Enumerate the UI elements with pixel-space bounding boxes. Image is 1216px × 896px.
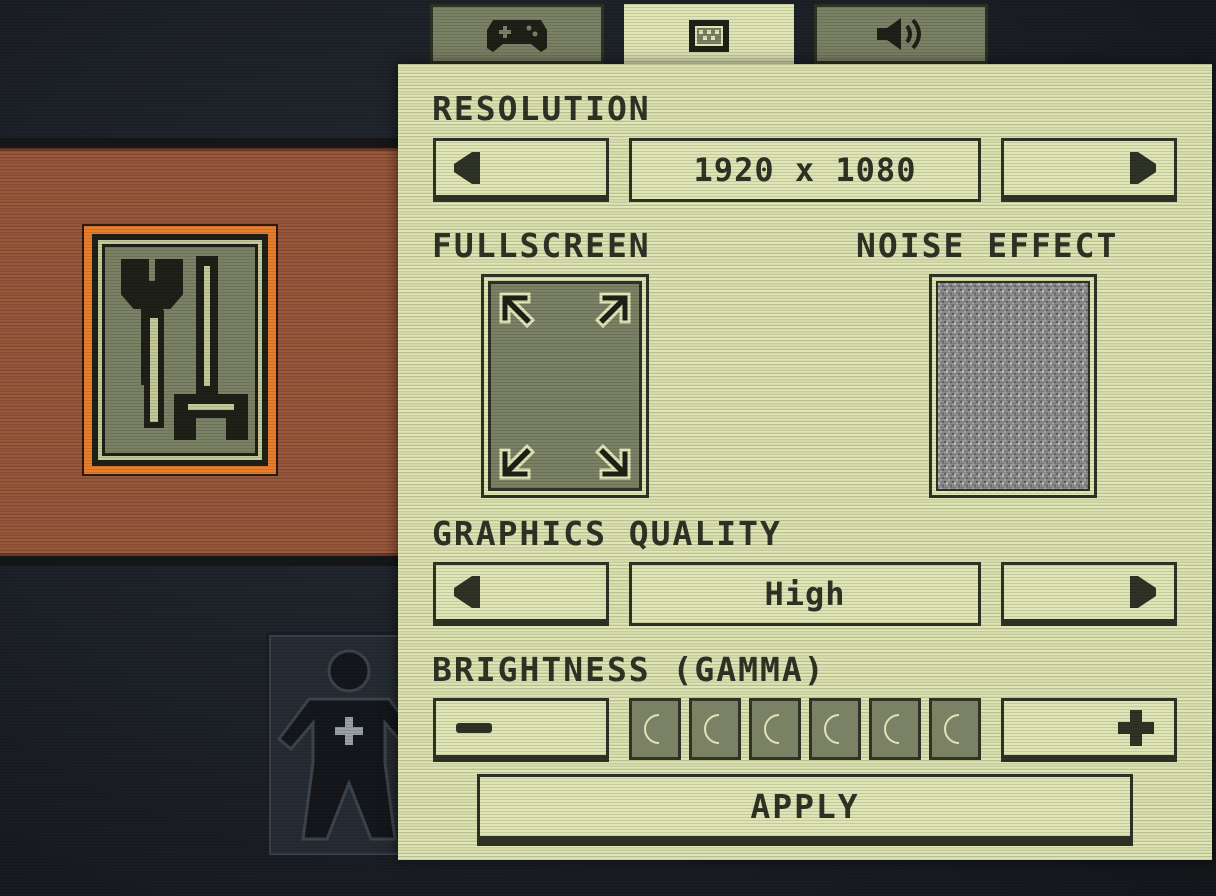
moon-icon [704,714,720,744]
resolution-value: 1920 x 1080 [629,138,981,202]
brightness-level-segment[interactable] [629,698,681,760]
speaker-icon [877,18,921,50]
arrow-left-icon [454,576,480,608]
plus-icon [1118,710,1154,746]
quality-next-button[interactable] [1001,562,1177,626]
brightness-level-segment[interactable] [689,698,741,760]
gamepad-icon [487,20,547,52]
brightness-level-segment[interactable] [809,698,861,760]
expand-arrows-icon [499,292,631,480]
resolution-label: RESOLUTION [432,89,651,128]
fullscreen-toggle[interactable] [481,274,649,498]
brightness-decrease-button[interactable] [433,698,609,762]
static-noise-icon [938,283,1088,489]
quality-prev-button[interactable] [433,562,609,626]
arrow-left-icon [454,152,480,184]
brightness-level-segment[interactable] [929,698,981,760]
arrow-right-icon [1130,576,1156,608]
moon-icon [644,714,660,744]
display-icon [689,20,729,52]
moon-icon [824,714,840,744]
arrow-right-icon [1130,152,1156,184]
tools-card[interactable] [84,226,276,474]
resolution-prev-button[interactable] [433,138,609,202]
apply-button[interactable]: APPLY [477,774,1133,846]
wrench-icon [121,256,248,440]
minus-icon [456,723,492,733]
tab-audio[interactable] [814,4,988,64]
moon-icon [884,714,900,744]
quality-value: High [629,562,981,626]
brightness-increase-button[interactable] [1001,698,1177,762]
moon-icon [944,714,960,744]
brightness-level-segment[interactable] [749,698,801,760]
noise-effect-label: NOISE EFFECT [856,226,1119,265]
moon-icon [764,714,780,744]
tab-display[interactable] [624,4,794,68]
fullscreen-label: FULLSCREEN [432,226,651,265]
resolution-next-button[interactable] [1001,138,1177,202]
brightness-level-segment[interactable] [869,698,921,760]
brightness-label: BRIGHTNESS (GAMMA) [432,650,826,689]
graphics-quality-label: GRAPHICS QUALITY [432,514,782,553]
noise-effect-toggle[interactable] [929,274,1097,498]
tab-controls[interactable] [430,4,604,64]
